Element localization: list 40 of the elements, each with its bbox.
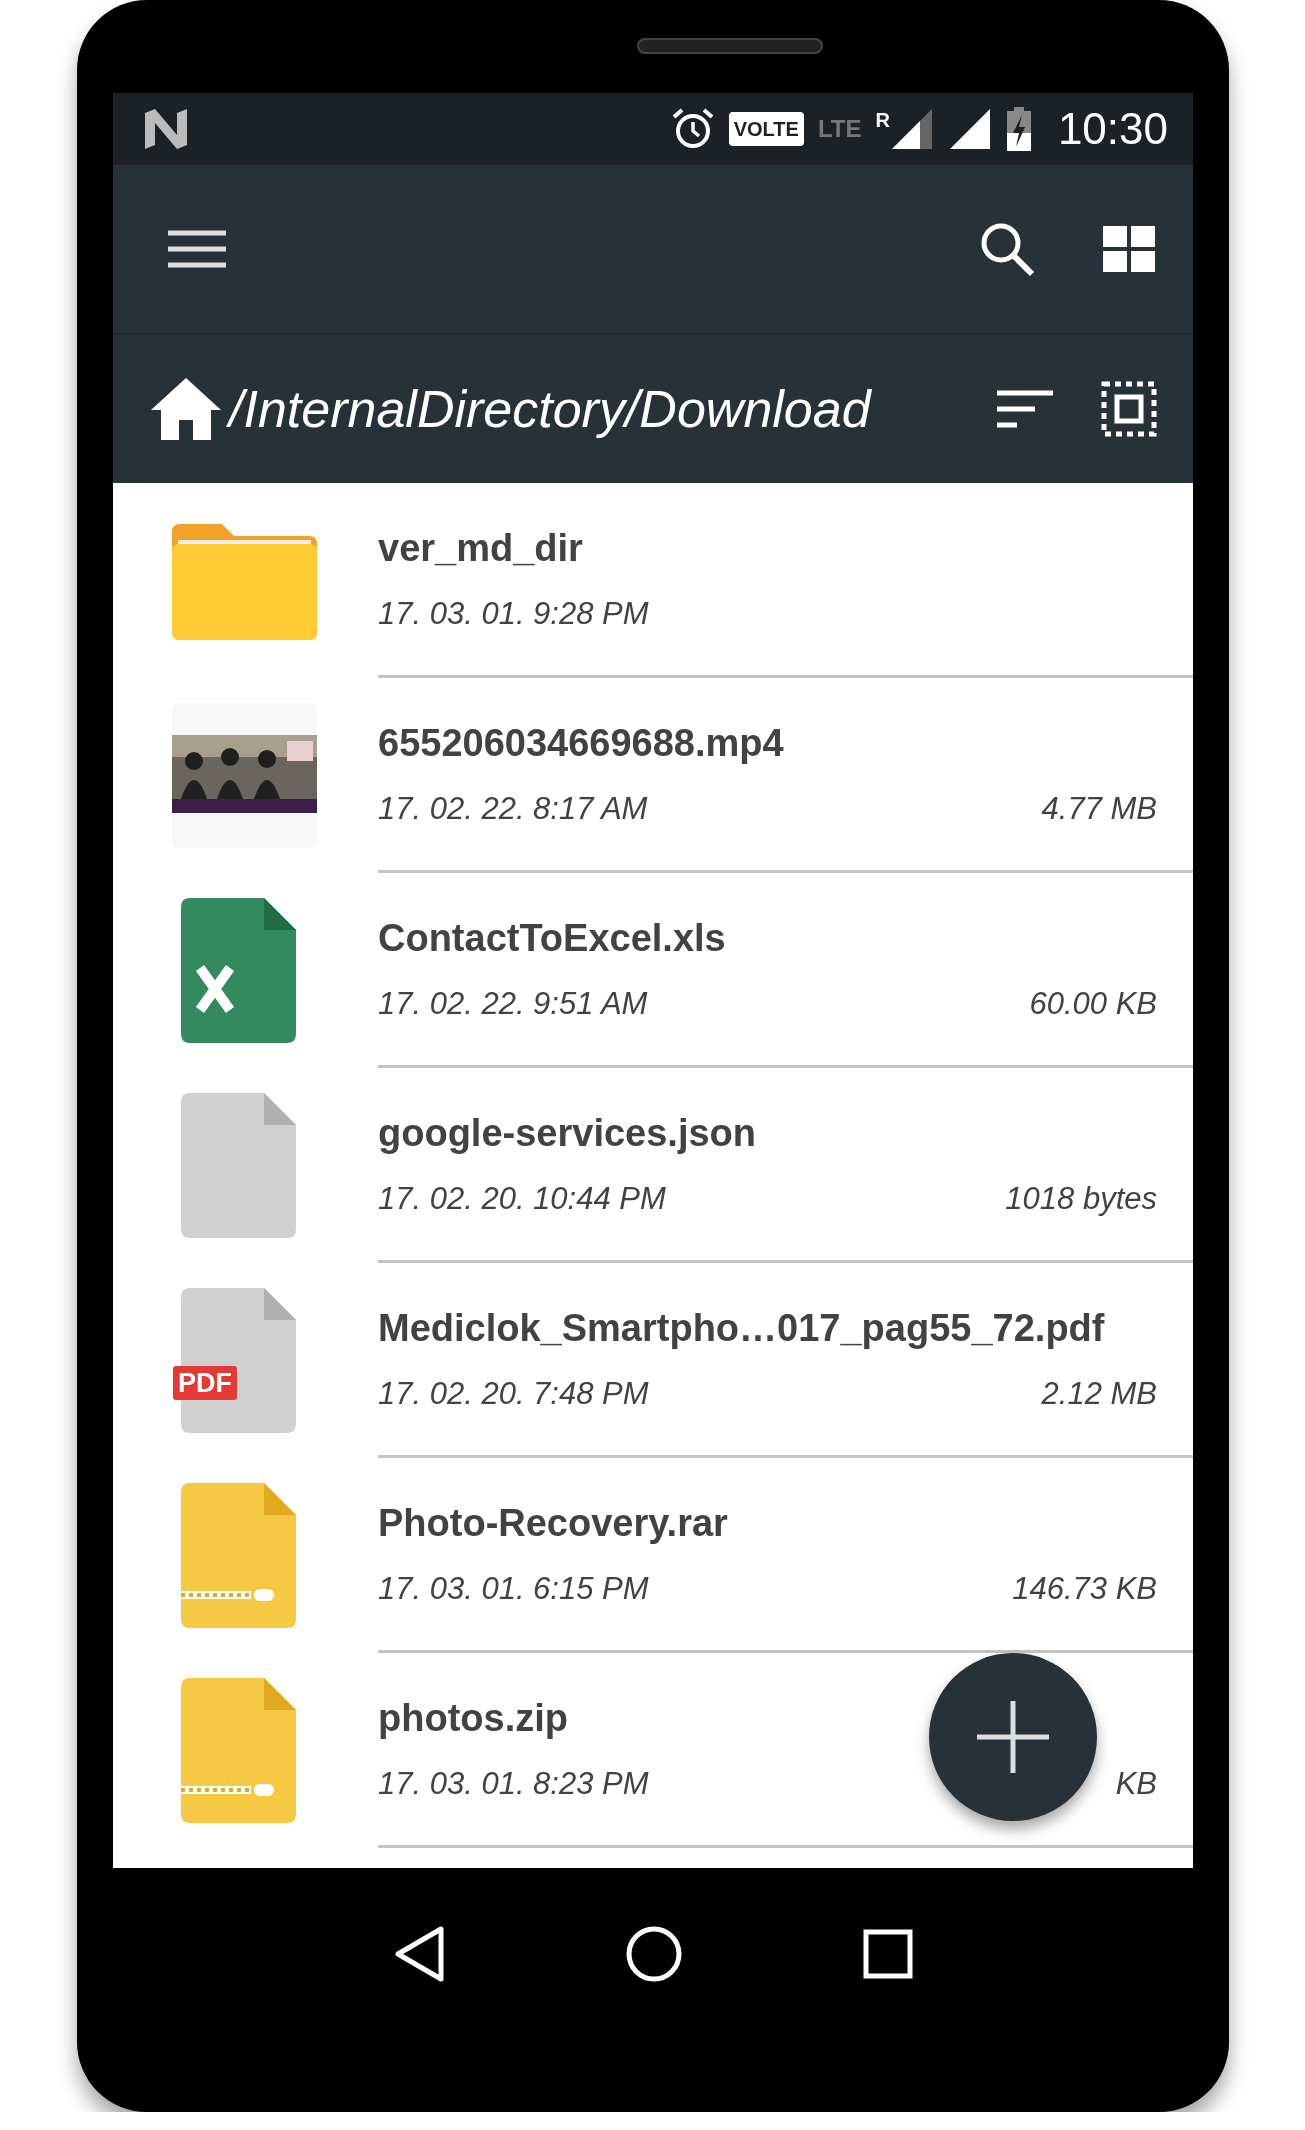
file-size: 1018 bytes [1005, 1180, 1157, 1219]
home-button-icon[interactable] [625, 1925, 683, 1983]
file-size: 60.00 KB [1029, 985, 1157, 1024]
file-size: 2.12 MB [1041, 1375, 1157, 1414]
recents-icon[interactable] [863, 1929, 913, 1979]
file-date: 17. 03. 01. 6:15 PM [378, 1570, 649, 1609]
search-icon[interactable] [979, 221, 1035, 277]
file-date: 17. 02. 22. 9:51 AM [378, 985, 648, 1024]
file-date: 17. 03. 01. 9:28 PM [378, 595, 649, 634]
alarm-icon [670, 107, 715, 151]
clock: 10:30 [1057, 103, 1168, 155]
home-icon[interactable] [149, 376, 223, 442]
file-size: 146.73 KB [1012, 1570, 1157, 1609]
n-logo-icon [143, 109, 189, 149]
file-date: 17. 02. 20. 10:44 PM [378, 1180, 666, 1219]
folder-icon [172, 521, 317, 640]
pdf-label: PDF [173, 1366, 237, 1400]
roaming-indicator: R [875, 108, 890, 133]
file-name[interactable]: photos.zip [378, 1690, 1157, 1748]
add-button[interactable] [929, 1653, 1097, 1821]
file-date: 17. 02. 20. 7:48 PM [378, 1375, 649, 1414]
select-all-icon[interactable] [1101, 381, 1157, 437]
file-name[interactable]: ContactToExcel.xls [378, 910, 1157, 968]
sort-icon[interactable] [997, 389, 1053, 429]
file-name[interactable]: Photo-Recovery.rar [378, 1495, 1157, 1553]
lte-indicator: LTE [817, 114, 862, 144]
plus-icon [975, 1699, 1051, 1775]
grid-view-icon[interactable] [1103, 226, 1155, 272]
file-size: KB [1115, 1765, 1157, 1804]
file-date: 17. 03. 01. 8:23 PM [378, 1765, 649, 1804]
volte-indicator: VOLTE [728, 112, 804, 146]
file-name[interactable]: 655206034669688.mp4 [378, 715, 1157, 773]
battery-icon [1005, 107, 1032, 151]
file-date: 17. 02. 22. 8:17 AM [378, 790, 648, 829]
file-name[interactable]: Mediclok_Smartpho…017_pag55_72.pdf [378, 1300, 1157, 1358]
file-name[interactable]: ver_md_dir [378, 520, 1157, 578]
back-icon[interactable] [393, 1925, 445, 1983]
menu-icon[interactable] [168, 229, 226, 269]
file-name[interactable]: google-services.json [378, 1105, 1157, 1163]
file-size: 4.77 MB [1041, 790, 1157, 829]
